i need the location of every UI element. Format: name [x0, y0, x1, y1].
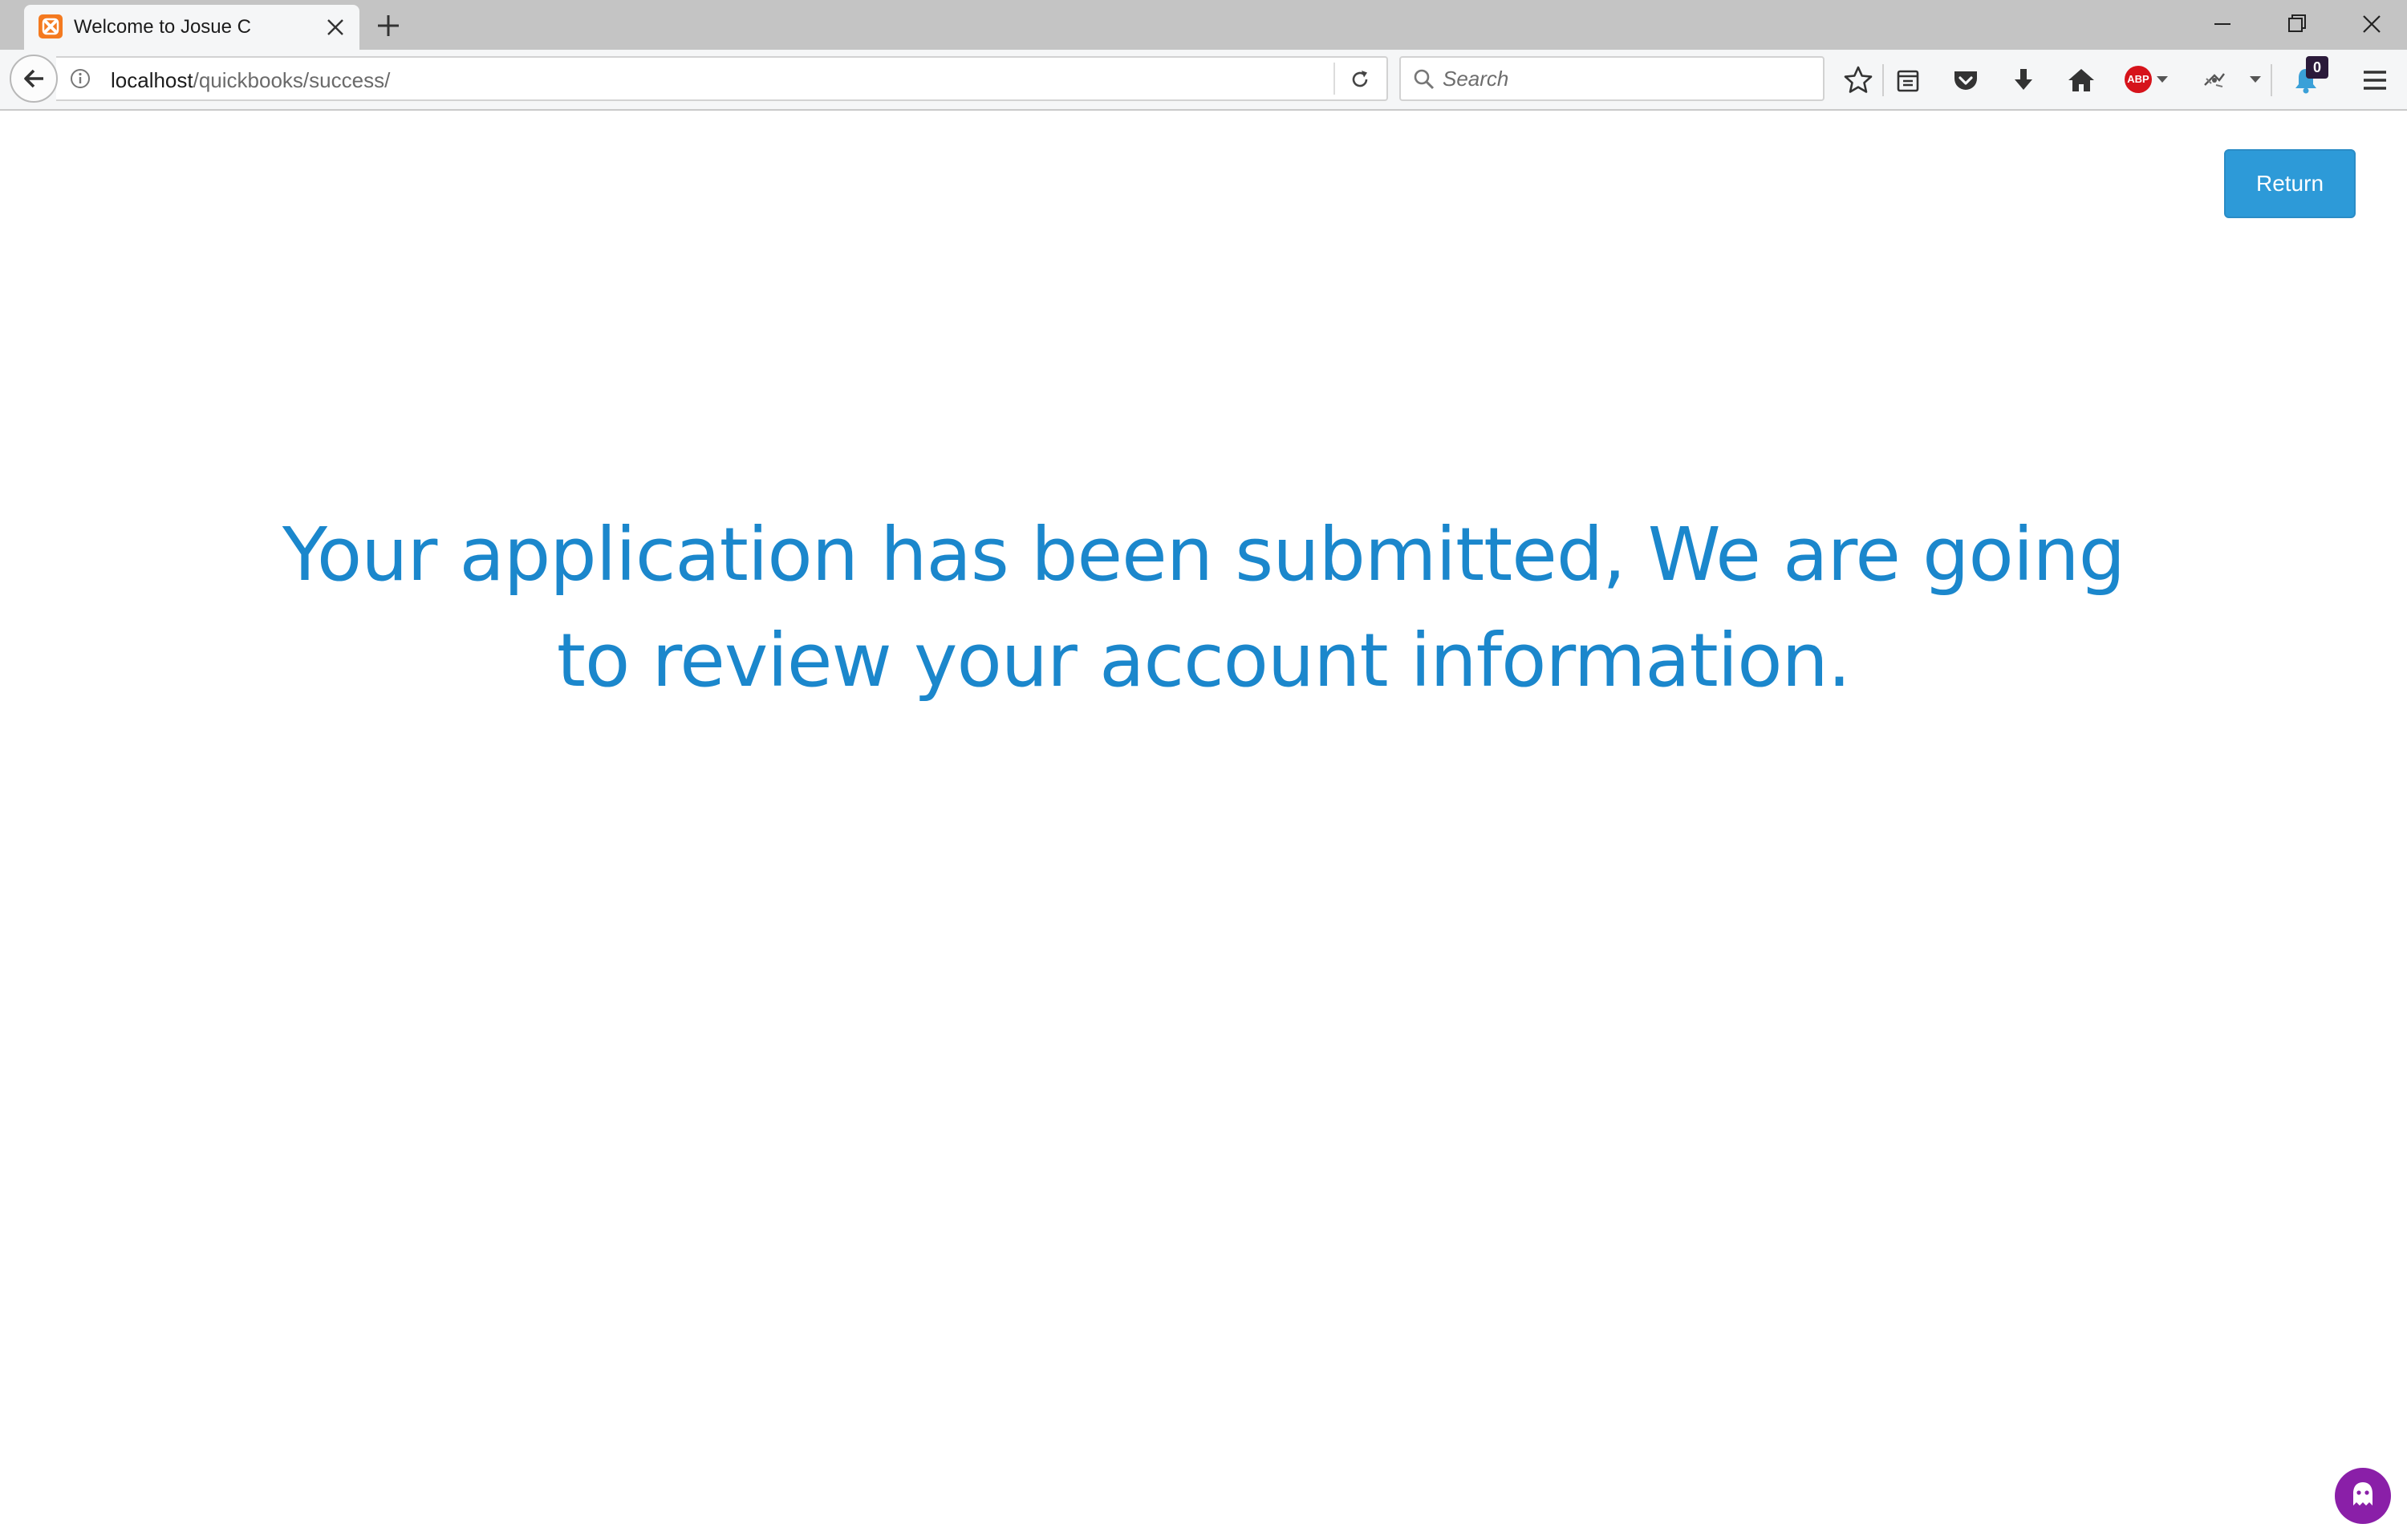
pocket-icon[interactable]: [1950, 64, 1982, 96]
adblock-dropdown-icon[interactable]: [2157, 76, 2168, 83]
address-bar[interactable]: localhost/quickbooks/success/: [56, 56, 1388, 101]
extension-icon[interactable]: [2198, 64, 2230, 96]
window-close-icon[interactable]: [2354, 8, 2389, 40]
toolbar-divider: [2271, 64, 2272, 96]
search-icon: [1412, 67, 1436, 91]
back-button[interactable]: [10, 55, 58, 103]
download-icon[interactable]: [2007, 64, 2040, 96]
extension-dropdown-icon[interactable]: [2250, 76, 2261, 83]
bookmark-star-icon[interactable]: [1842, 64, 1874, 96]
search-input[interactable]: [1443, 63, 1812, 95]
tab-active[interactable]: Welcome to Josue C: [24, 5, 359, 50]
new-tab-plus-icon[interactable]: [374, 11, 403, 40]
tab-title: Welcome to Josue C: [74, 16, 251, 38]
toolbar-divider: [1882, 64, 1884, 96]
page-content: Return Your application has been submitt…: [0, 111, 2407, 1540]
search-bar[interactable]: [1399, 56, 1825, 101]
reload-icon[interactable]: [1348, 67, 1372, 91]
success-message: Your application has been submitted, We …: [282, 512, 2125, 703]
site-info-icon[interactable]: [69, 67, 91, 90]
menu-icon[interactable]: [2359, 64, 2391, 96]
window-minimize-icon[interactable]: [2205, 8, 2240, 40]
url-divider: [1333, 63, 1335, 95]
url-text[interactable]: localhost/quickbooks/success/: [111, 68, 390, 93]
ghostery-icon[interactable]: [2335, 1468, 2391, 1524]
url-path: /quickbooks/success/: [193, 68, 391, 92]
home-icon[interactable]: [2065, 64, 2097, 96]
tab-strip: Welcome to Josue C: [0, 0, 2407, 50]
adblock-icon[interactable]: ABP: [2125, 66, 2152, 93]
return-button[interactable]: Return: [2224, 149, 2356, 218]
xampp-favicon-icon: [39, 14, 63, 38]
back-arrow-icon: [24, 69, 43, 88]
tab-close-icon[interactable]: [324, 16, 347, 38]
notification-count-badge: 0: [2306, 56, 2328, 79]
reading-list-icon[interactable]: [1892, 64, 1924, 96]
url-host: localhost: [111, 68, 193, 92]
browser-window: Welcome to Josue C localhost/quickbooks/…: [0, 0, 2407, 1540]
window-restore-icon[interactable]: [2279, 8, 2314, 40]
navigation-toolbar: localhost/quickbooks/success/ Search ABP…: [0, 50, 2407, 111]
